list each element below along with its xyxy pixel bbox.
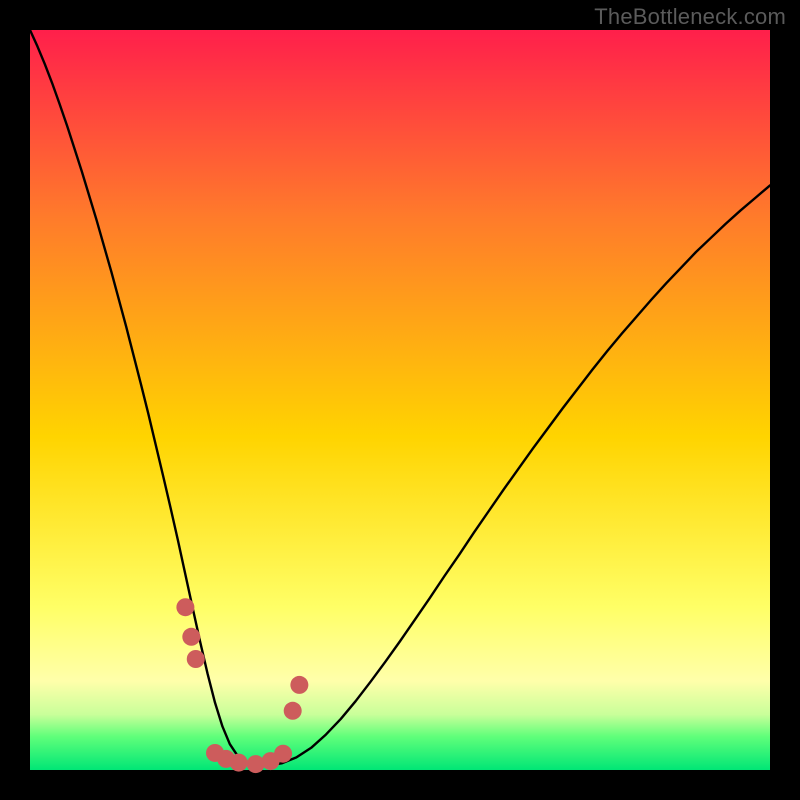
chart-stage: TheBottleneck.com xyxy=(0,0,800,800)
data-marker xyxy=(187,650,205,668)
data-marker xyxy=(284,702,302,720)
data-marker xyxy=(230,754,248,772)
data-marker xyxy=(247,755,265,773)
data-marker xyxy=(274,745,292,763)
data-marker xyxy=(182,628,200,646)
data-marker xyxy=(290,676,308,694)
chart-svg xyxy=(0,0,800,800)
data-marker xyxy=(176,598,194,616)
gradient-background xyxy=(30,30,770,770)
